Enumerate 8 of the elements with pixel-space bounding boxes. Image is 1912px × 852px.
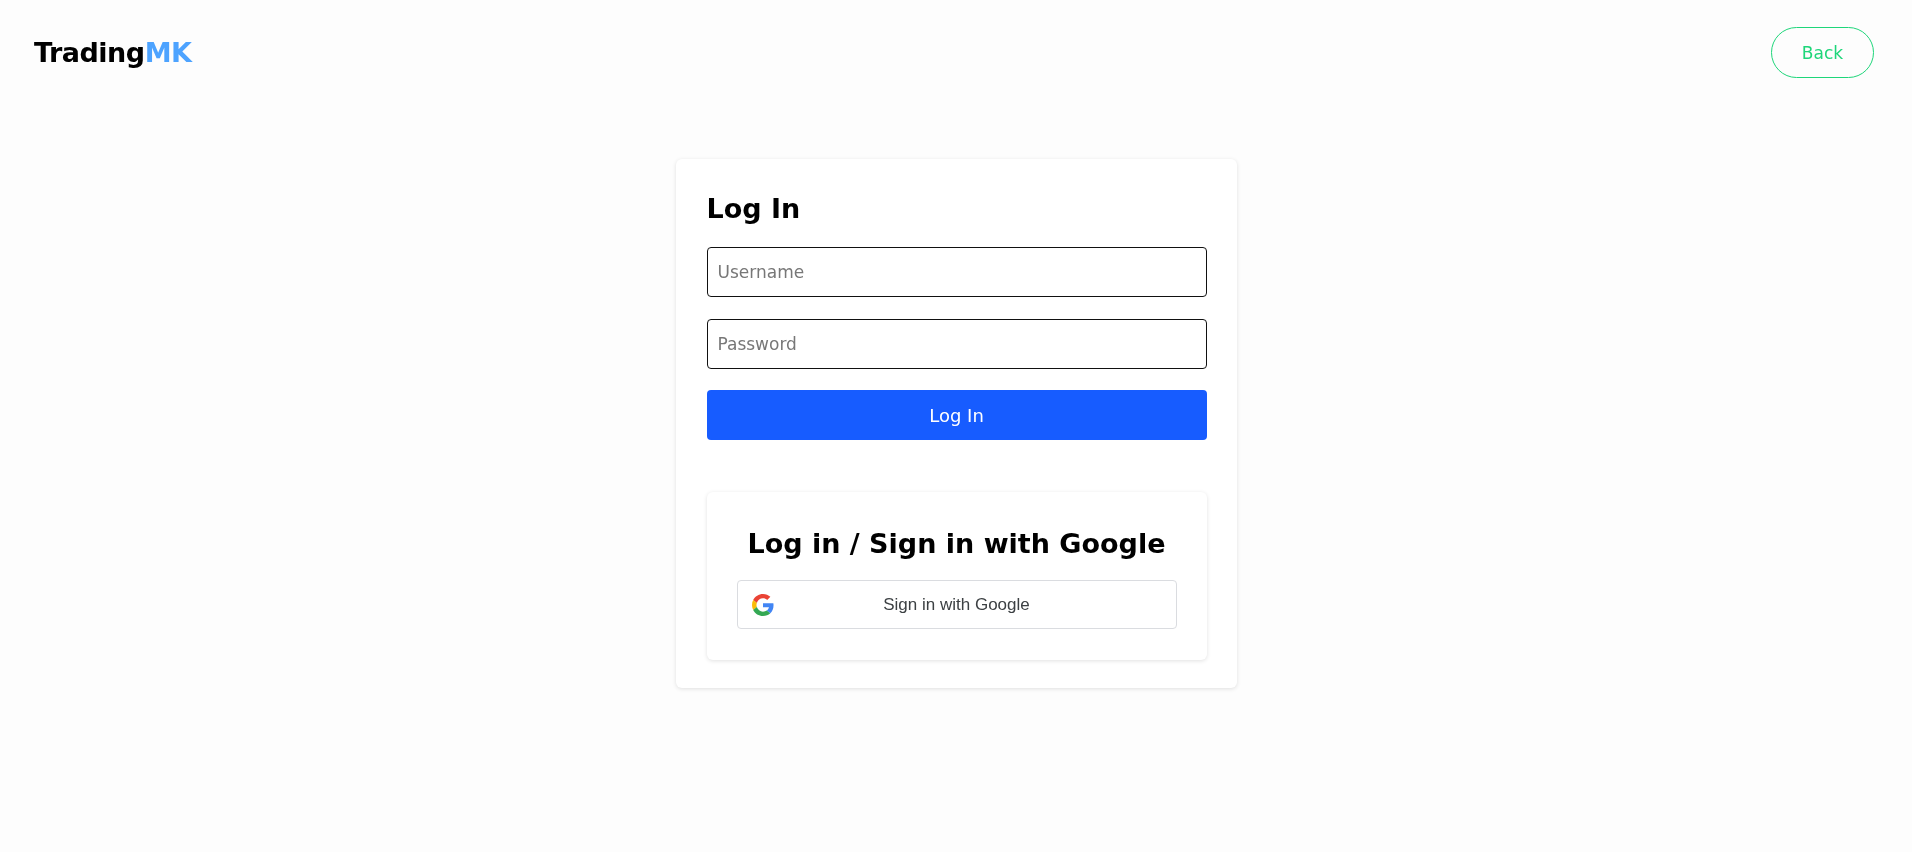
login-button[interactable]: Log In: [706, 390, 1207, 440]
logo: TradingMK: [34, 37, 192, 68]
google-title: Log in / Sign in with Google: [747, 527, 1166, 561]
login-title: Log In: [706, 192, 802, 226]
username-field[interactable]: Username: [706, 247, 1207, 297]
google-signin-button[interactable]: Sign in with Google: [736, 580, 1177, 629]
google-g-icon: [751, 593, 774, 616]
password-field[interactable]: Password: [706, 319, 1207, 369]
